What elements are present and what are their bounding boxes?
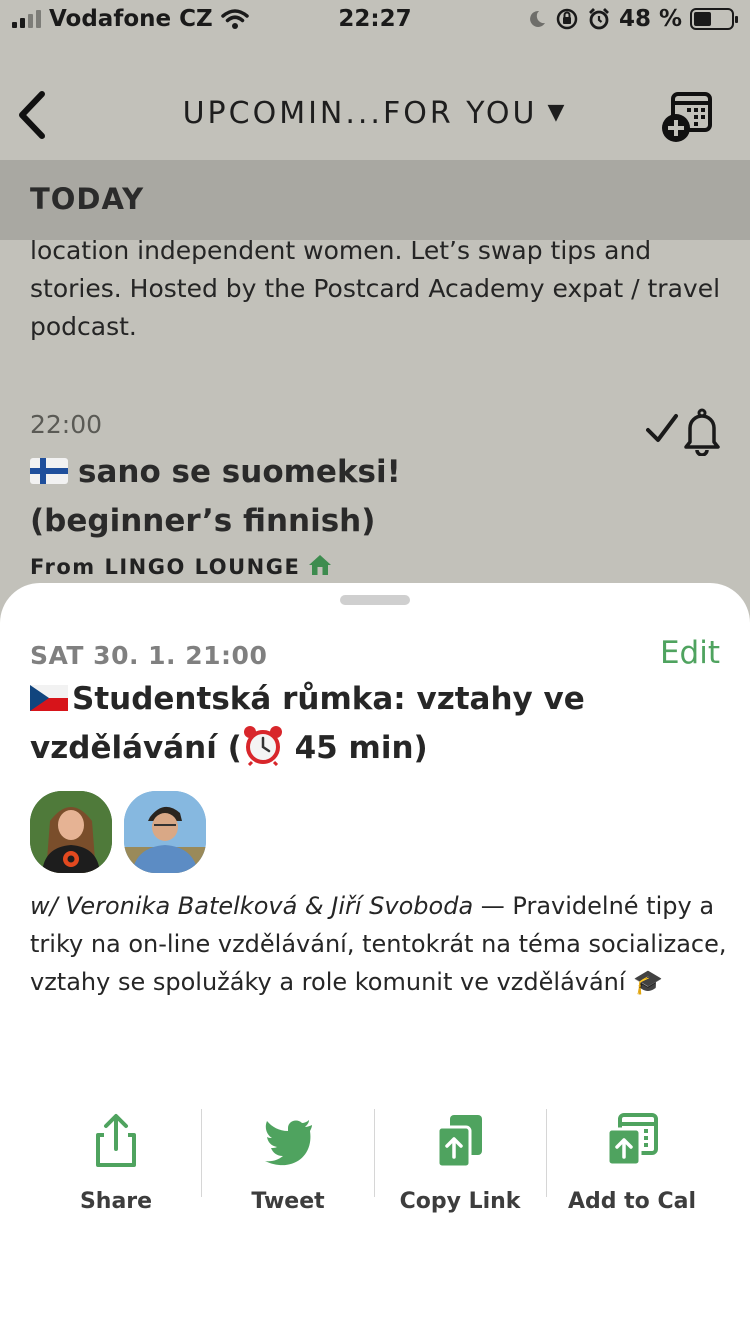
czech-flag-icon	[30, 685, 68, 711]
graduation-cap-icon: 🎓	[633, 968, 664, 996]
event-description: w/ Veronika Batelková & Jiří Svoboda — P…	[30, 887, 730, 1001]
share-icon	[96, 1114, 136, 1167]
avatar[interactable]	[124, 791, 206, 873]
previous-event-description: location independent women. Let’s swap t…	[30, 236, 721, 341]
event-hosts: w/ Veronika Batelková & Jiří Svoboda	[30, 892, 474, 920]
event-title: Studentská růmka: vztahy ve vzdělávání (…	[30, 675, 630, 773]
tweet-label: Tweet	[251, 1189, 325, 1214]
share-button[interactable]: Share	[30, 1103, 202, 1223]
sheet-grabber[interactable]	[340, 595, 410, 605]
alarm-clock-icon	[243, 726, 282, 766]
event-title-line1: sano se suomeksi!	[78, 454, 401, 490]
add-to-calendar-icon	[606, 1113, 658, 1167]
navigation-bar: UPCOMIN...FOR YOU ▼	[0, 72, 750, 158]
twitter-icon	[265, 1120, 312, 1166]
alarm-icon	[588, 8, 609, 30]
tweet-button[interactable]: Tweet	[202, 1103, 374, 1223]
event-title-line2: (beginner’s finnish)	[30, 503, 376, 539]
dropdown-caret-icon: ▼	[547, 100, 568, 125]
event-detail-sheet: SAT 30. 1. 21:00 Edit Studentská růmka: …	[0, 583, 750, 1334]
add-to-calendar-button[interactable]: Add to Cal	[546, 1103, 718, 1223]
host-photo-jiri	[124, 791, 206, 873]
battery-percent: 48 %	[618, 6, 682, 32]
copy-link-button[interactable]: Copy Link	[374, 1103, 546, 1223]
share-label: Share	[79, 1189, 153, 1214]
add-calendar-icon[interactable]	[660, 90, 714, 144]
status-bar: Vodafone CZ 22:27 48 %	[0, 0, 750, 42]
section-header-today: TODAY	[0, 160, 750, 240]
page-title-text: UPCOMIN...FOR YOU	[182, 96, 538, 131]
finland-flag-icon	[30, 458, 68, 484]
moon-icon	[530, 10, 545, 27]
event-duration: 45 min)	[283, 730, 428, 766]
add-to-calendar-label: Add to Cal	[567, 1189, 696, 1214]
rotation-lock-icon	[556, 8, 578, 30]
host-photo-veronika	[30, 791, 112, 873]
battery-icon	[690, 8, 738, 30]
page-title[interactable]: UPCOMIN...FOR YOU ▼	[0, 96, 750, 131]
event-time: 22:00	[30, 410, 103, 439]
copy-link-label: Copy Link	[399, 1189, 521, 1214]
edit-button[interactable]: Edit	[660, 635, 720, 671]
event-datetime: SAT 30. 1. 21:00	[30, 641, 268, 670]
share-actions: Share Tweet Copy Link Add to Cal	[30, 1103, 720, 1243]
event-club[interactable]: From LINGO LOUNGE	[30, 554, 332, 579]
house-icon	[309, 555, 332, 575]
section-header-label: TODAY	[30, 182, 145, 216]
event-title[interactable]: sano se suomeksi! (beginner’s finnish)	[30, 448, 670, 546]
copy-link-icon	[436, 1115, 482, 1169]
event-club-label: From LINGO LOUNGE	[30, 555, 301, 579]
avatar[interactable]	[30, 791, 112, 873]
